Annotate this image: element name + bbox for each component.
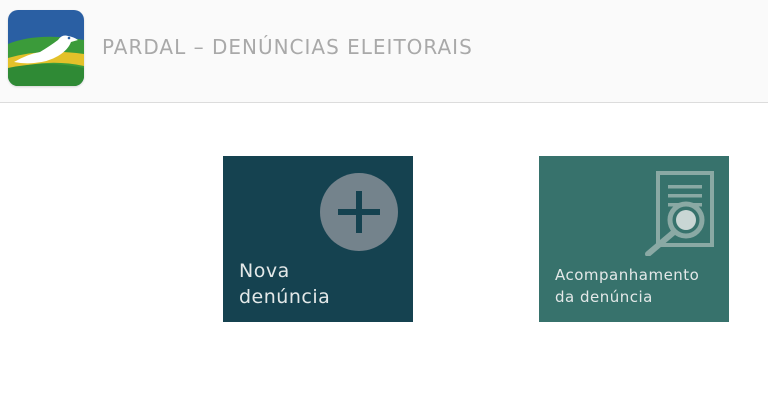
- document-search-icon: [645, 171, 714, 256]
- new-complaint-label: Nova denúncia: [239, 258, 409, 310]
- app-header: PARDAL – DENÚNCIAS ELEITORAIS: [0, 0, 768, 103]
- track-complaint-label-line1: Acompanhamento: [555, 266, 700, 284]
- plus-circle-icon: [320, 173, 398, 251]
- new-complaint-tile[interactable]: Nova denúncia: [223, 156, 413, 322]
- pardal-bird-logo-icon: [8, 10, 84, 86]
- app-screen: PARDAL – DENÚNCIAS ELEITORAIS Nova denún…: [0, 0, 768, 398]
- app-title: PARDAL – DENÚNCIAS ELEITORAIS: [102, 35, 473, 59]
- track-complaint-label-line2: da denúncia: [555, 288, 653, 306]
- new-complaint-label-line1: Nova: [239, 260, 290, 282]
- track-complaint-label: Acompanhamento da denúncia: [555, 264, 727, 308]
- track-complaint-tile[interactable]: Acompanhamento da denúncia: [539, 156, 729, 322]
- new-complaint-label-line2: denúncia: [239, 286, 331, 308]
